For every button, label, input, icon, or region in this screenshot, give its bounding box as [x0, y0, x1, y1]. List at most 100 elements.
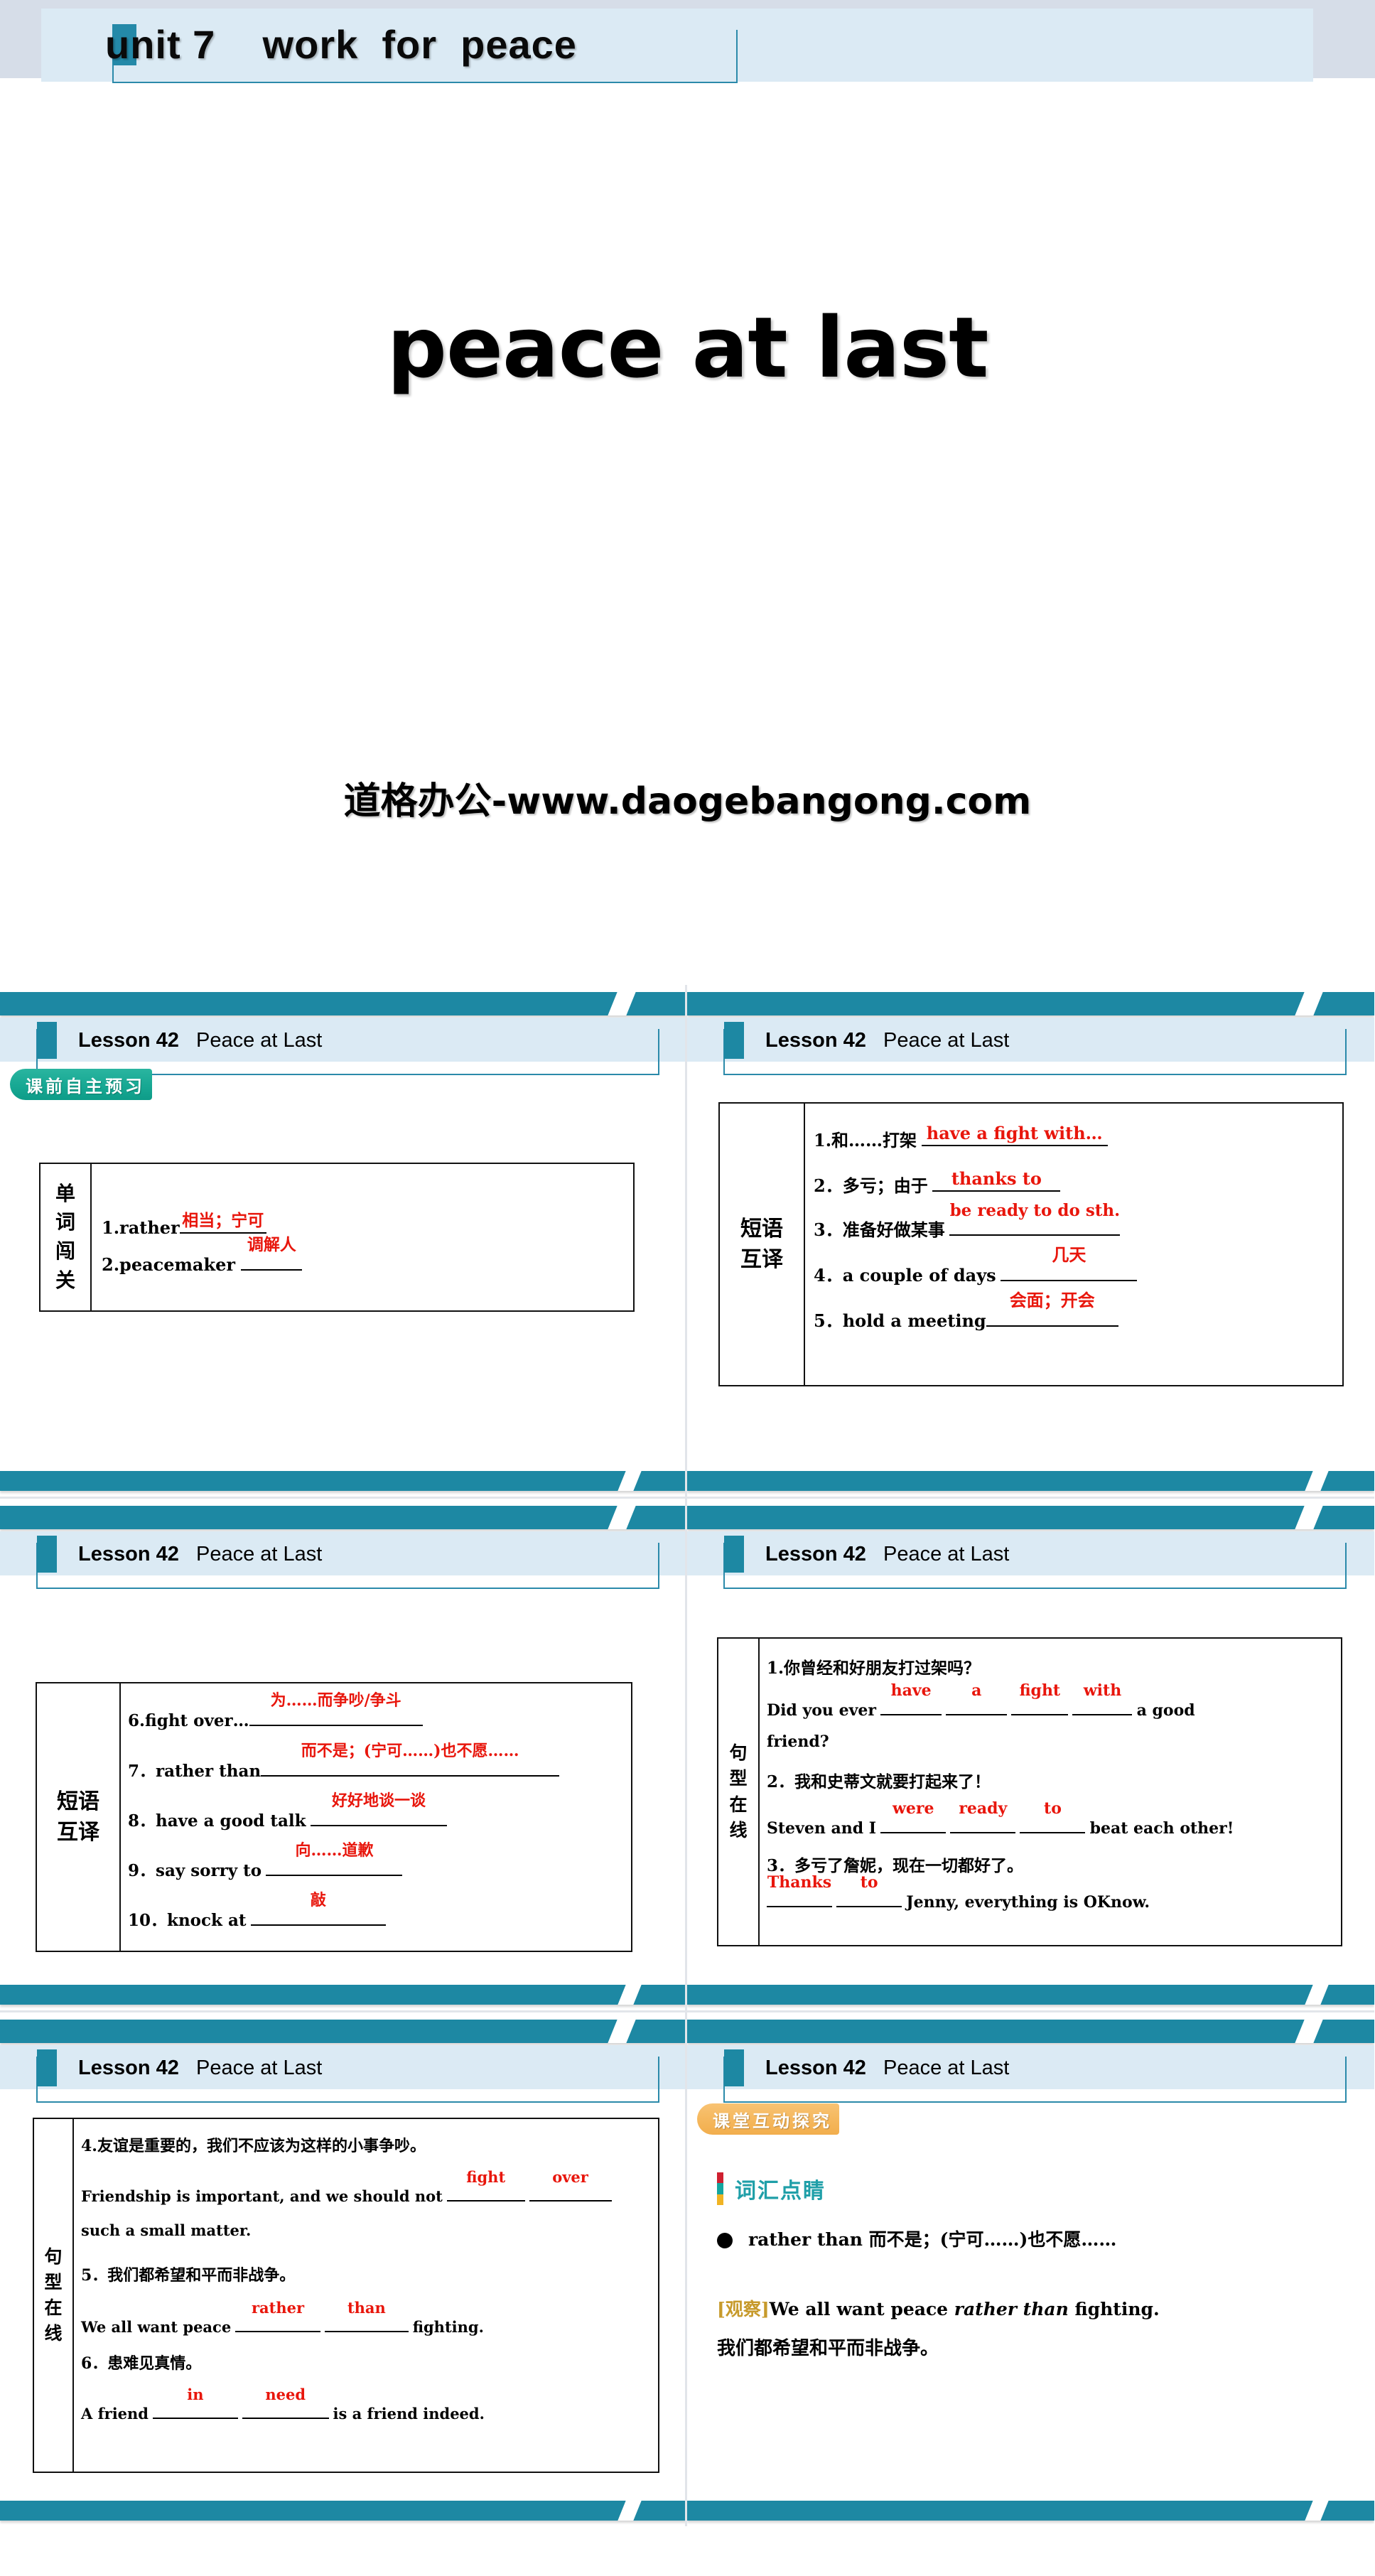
vocab-example-line: [观察]We all want peace rather than fighti… [717, 2295, 1160, 2321]
vocab-prompt-2: 2.peacemaker [102, 1254, 236, 1275]
sentence-blank-2a[interactable]: were [880, 1799, 947, 1833]
sentence-blank-4b[interactable]: over [529, 2168, 612, 2202]
sentence-en-1: Did you ever have a fight with a good [767, 1681, 1195, 1720]
cover-slide: unit 7 work for peace peace at last 道格办公… [0, 0, 1375, 985]
slide-header-lesson: Lesson 42 [78, 1543, 179, 1565]
phrase-answer-6: 为……而争吵/争斗 [270, 1691, 401, 1710]
slide-grid: Lesson 42 Peace at Last 课前自主预习 单 词 闯 关 1… [0, 985, 1375, 2526]
slide-1[interactable]: Lesson 42 Peace at Last 课前自主预习 单 词 闯 关 1… [0, 985, 687, 1499]
phrase-prompt-1: 1.和……打架 [814, 1130, 917, 1150]
sentence-suffix-3: Jenny, everything is OKnow. [906, 1893, 1150, 1912]
phrase-blank-7[interactable]: 而不是；(宁可……)也不愿…… [261, 1742, 560, 1777]
vocab-prompt-1: 1.rather [102, 1217, 180, 1238]
sentence-blank-6a[interactable]: in [152, 2386, 238, 2419]
sentence-en-2: Steven and I were ready to beat each oth… [767, 1799, 1234, 1838]
sentence-prefix-4: Friendship is important, and we should n… [81, 2187, 443, 2205]
sentence-en-4-line2: such a small matter. [81, 2221, 252, 2239]
example-keyword: rather than [954, 2299, 1069, 2319]
phrase-prompt-6: 6.fight over… [128, 1711, 249, 1730]
example-prefix: We all want peace [769, 2299, 954, 2319]
sentence-blank-2c[interactable]: to [1020, 1799, 1086, 1833]
sentence-answer-5b: than [347, 2299, 386, 2317]
phrase-prompt-4: 4．a couple of days [814, 1265, 996, 1286]
phrase-blank-5[interactable]: 会面；开会 [986, 1290, 1118, 1327]
sentence-blank-1c[interactable]: fight [1011, 1681, 1069, 1715]
sentence-blank-3b[interactable]: to [836, 1873, 902, 1907]
sentence-answer-6b: need [265, 2386, 306, 2403]
cover-title-panel: unit 7 work for peace [41, 9, 1313, 83]
phrase-blank-9[interactable]: 向……道歉 [266, 1841, 403, 1876]
phrase-blank-8[interactable]: 好好地谈一谈 [311, 1791, 447, 1826]
phrase-blank-3[interactable]: be ready to do sth. [949, 1201, 1121, 1236]
slide-header-title: Lesson 42 Peace at Last [78, 1029, 322, 1052]
sentence-blank-3a[interactable]: Thanks [767, 1873, 832, 1907]
slide-header-topic: Peace at Last [883, 1029, 1010, 1052]
sentence-en-6: A friend in need is a friend indeed. [81, 2386, 485, 2423]
sentence-blank-1a[interactable]: have [880, 1681, 942, 1715]
phrase-prompt-10: 10．knock at [128, 1911, 247, 1930]
sentence-answer-1c: fight [1019, 1681, 1061, 1700]
slide-6[interactable]: Lesson 42 Peace at Last 课堂互动探究 词汇点睛 rath… [687, 2012, 1374, 2526]
slide-header-accent-tick [724, 1022, 744, 1059]
phrase-blank-10[interactable]: 敲 [250, 1891, 386, 1926]
slide-header-band [687, 2020, 1374, 2043]
slide-header-topic: Peace at Last [196, 1029, 323, 1052]
sentence-blank-2b[interactable]: ready [950, 1799, 1016, 1833]
slide-row-3: Lesson 42 Peace at Last 句 型 在 线 4.友谊是重要的… [0, 2012, 1375, 2526]
phrase-entry-4: 4．a couple of days 几天 [814, 1244, 1138, 1286]
slide-header-band [0, 992, 685, 1015]
slide-footer-band [687, 1985, 1374, 2005]
sentence-blank-5b[interactable]: than [324, 2299, 409, 2332]
phrase-prompt-2: 2．多亏；由于 [814, 1175, 928, 1196]
table-body: 1.和……打架 have a fight with… 2．多亏；由于 thank… [805, 1104, 1342, 1385]
slide-5[interactable]: Lesson 42 Peace at Last 句 型 在 线 4.友谊是重要的… [0, 2012, 687, 2526]
sentence-answer-1b: a [971, 1681, 982, 1700]
table-row-label: 句 型 在 线 [34, 2119, 74, 2472]
slide-header-lesson: Lesson 42 [78, 1029, 179, 1052]
table-body: 1.rather 相当；宁可 2.peacemaker 调解人 [92, 1164, 633, 1310]
sentence-suffix-6: is a friend indeed. [333, 2405, 485, 2423]
slide-header-accent-tick [724, 2049, 744, 2086]
vocab-blank-2[interactable]: 调解人 [241, 1235, 303, 1271]
table-row-label: 单 词 闯 关 [41, 1164, 92, 1310]
phrase-blank-4[interactable]: 几天 [1001, 1244, 1138, 1281]
slide-header-topic: Peace at Last [196, 2057, 323, 2079]
vocab-section-title: 词汇点睛 [735, 2179, 826, 2204]
slide-header-accent-tick [724, 1536, 744, 1573]
vocab-entry-text: rather than 而不是；(宁可……)也不愿…… [748, 2229, 1117, 2250]
slide-row-1: Lesson 42 Peace at Last 课前自主预习 单 词 闯 关 1… [0, 985, 1375, 1499]
phrase-blank-6[interactable]: 为……而争吵/争斗 [249, 1691, 423, 1726]
slide-header-band [0, 2020, 685, 2043]
phrase-translation-table: 短语 互译 1.和……打架 have a fight with… 2．多亏；由于… [718, 1102, 1344, 1386]
phrase-entry-5: 5．hold a meeting 会面；开会 [814, 1290, 1118, 1332]
phrase-blank-1[interactable]: have a fight with… [921, 1123, 1108, 1146]
slide-4[interactable]: Lesson 42 Peace at Last 句 型 在 线 1.你曾经和好朋… [687, 1499, 1374, 2012]
sentence-blank-1b[interactable]: a [946, 1681, 1008, 1715]
phrase-blank-2[interactable]: thanks to [932, 1168, 1061, 1192]
phrase-answer-2: thanks to [951, 1168, 1042, 1189]
sentence-en-5: We all want peace rather than fighting. [81, 2299, 484, 2337]
phrase-prompt-3: 3．准备好做某事 [814, 1219, 945, 1240]
badge-explore-wrap: 课堂互动探究 [697, 2103, 875, 2135]
badge-pre-class-preview: 课前自主预习 [10, 1069, 188, 1100]
sentence-answer-6a: in [187, 2386, 204, 2403]
badge-label: 课前自主预习 [26, 1076, 145, 1096]
sentence-blank-6b[interactable]: need [242, 2386, 329, 2419]
sentence-blank-4a[interactable]: fight [446, 2168, 525, 2202]
table-body: 4.友谊是重要的，我们不应该为这样的小事争吵。 Friendship is im… [74, 2119, 658, 2472]
sentence-cn-3: 3．多亏了詹妮，现在一切都好了。 [767, 1856, 1024, 1875]
sentence-en-3: Thanks to Jenny, everything is OKnow. [767, 1873, 1150, 1912]
phrase-entry-1: 1.和……打架 have a fight with… [814, 1123, 1108, 1151]
vocab-translation: 我们都希望和平而非战争。 [717, 2338, 939, 2359]
sentence-blank-1d[interactable]: with [1072, 1681, 1133, 1715]
phrase-prompt-7: 7．rather than [128, 1762, 261, 1781]
sentence-answer-1d: with [1083, 1681, 1122, 1700]
vocab-entry-2: 2.peacemaker 调解人 [102, 1235, 303, 1275]
badge-label: 课堂互动探究 [713, 2111, 832, 2131]
cover-watermark: 道格办公-www.daogebangong.com [343, 780, 1032, 823]
sentence-blank-5a[interactable]: rather [235, 2299, 321, 2332]
slide-header-lesson: Lesson 42 [78, 2057, 179, 2079]
phrase-answer-9: 向……道歉 [295, 1841, 374, 1860]
slide-2[interactable]: Lesson 42 Peace at Last 短语 互译 1.和……打架 ha… [687, 985, 1374, 1499]
slide-3[interactable]: Lesson 42 Peace at Last 短语 互译 6.fight ov… [0, 1499, 687, 2012]
